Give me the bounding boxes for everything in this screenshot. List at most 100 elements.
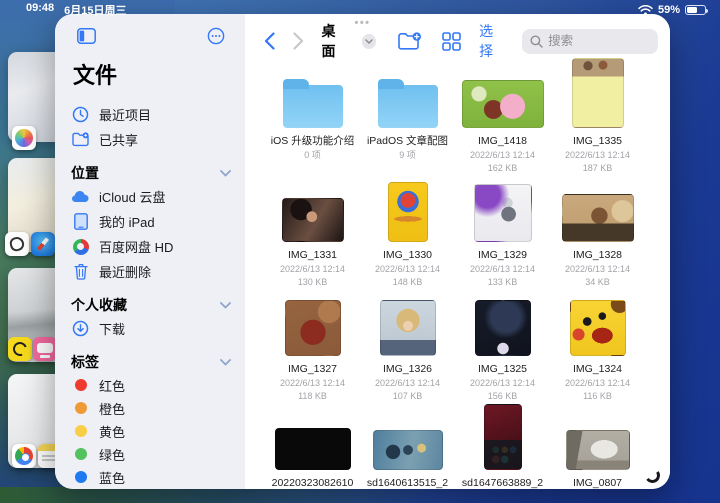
back-button[interactable] (259, 30, 280, 52)
sidebar-item-baidu-netdisk[interactable]: 百度网盘 HD (71, 234, 231, 259)
sidebar: 文件 最近项目 已共享 位置 iCloud 云盘 我的 iPad 百度网盘 HD… (55, 14, 245, 489)
sidebar-tag-orange[interactable]: 橙色 (71, 397, 231, 420)
view-options-button[interactable] (436, 31, 467, 51)
section-locations[interactable]: 位置 (71, 162, 231, 184)
tag-color-dot (74, 471, 87, 484)
file-item-img-1328[interactable]: IMG_1328 2022/6/13 12:14 34 KB (550, 180, 645, 294)
file-size: 156 KB (487, 390, 518, 401)
file-item-img-1418[interactable]: IMG_1418 2022/6/13 12:14 162 KB (455, 66, 550, 180)
file-item-img-1331[interactable]: IMG_1331 2022/6/13 12:14 130 KB (265, 180, 360, 294)
new-folder-button[interactable] (392, 31, 428, 51)
select-button[interactable]: 选择 (475, 21, 510, 61)
file-item-folder-ios[interactable]: iOS 升级功能介绍 0 项 (265, 66, 360, 180)
yellow-app-icon[interactable] (8, 337, 32, 361)
sidebar-item-icloud[interactable]: iCloud 云盘 (71, 184, 231, 209)
file-date: 2022/6/13 12:14 (279, 263, 346, 274)
sidebar-item-label: 最近删除 (99, 265, 152, 281)
search-input[interactable] (548, 34, 650, 48)
section-tags[interactable]: 标签 (71, 351, 231, 373)
folder-icon (377, 79, 438, 128)
tag-label: 红色 (99, 378, 126, 394)
file-grid: iOS 升级功能介绍 0 项 iPadOS 文章配图 9 项 IMG_1418 … (265, 58, 670, 489)
file-meta: 0 项 (304, 149, 321, 160)
location-dropdown-icon[interactable] (361, 33, 377, 49)
file-item-img-0807[interactable]: IMG_0807 (550, 408, 645, 489)
thumbnail-20220323082610 (274, 428, 351, 470)
thumbnail-img-1331 (281, 198, 344, 242)
file-item-img-1326[interactable]: IMG_1326 2022/6/13 12:14 107 KB (360, 294, 455, 408)
sidebar-item-my-ipad[interactable]: 我的 iPad (71, 209, 231, 234)
thumbnail-img-1326 (379, 300, 436, 356)
file-item-sd1640613515[interactable]: sd1640613515_2 (360, 408, 455, 489)
baidu-netdisk-icon (71, 238, 90, 255)
bilibili-app-icon[interactable] (33, 337, 57, 361)
wifi-icon (638, 4, 653, 16)
tag-color-dot (74, 379, 87, 392)
section-favorites[interactable]: 个人收藏 (71, 294, 231, 316)
sidebar-item-label: 下载 (99, 322, 126, 338)
sidebar-toggle-icon[interactable] (71, 28, 102, 45)
thumbnail-img-1324 (569, 300, 626, 356)
file-name: IMG_1328 (572, 249, 623, 261)
file-item-img-1330[interactable]: IMG_1330 2022/6/13 12:14 148 KB (360, 180, 455, 294)
location-title[interactable]: 桌面 (322, 21, 349, 61)
safari-app-icon[interactable] (31, 232, 55, 256)
file-item-sd1647663889[interactable]: sd1647663889_2 (455, 404, 550, 489)
sketch-app-icon[interactable] (5, 232, 29, 256)
chrome-app-icon[interactable] (12, 444, 36, 468)
file-name: sd1640613515_2 (366, 477, 449, 489)
forward-button[interactable] (288, 30, 309, 52)
file-name: 20220323082610 (271, 477, 354, 489)
folder-icon (282, 79, 343, 128)
file-name: IMG_1418 (477, 135, 528, 147)
file-name: IMG_1335 (572, 135, 623, 147)
clock-icon (71, 106, 90, 123)
file-size: 118 KB (298, 390, 327, 401)
tag-color-dot (74, 425, 87, 438)
file-item-img-1325[interactable]: IMG_1325 2022/6/13 12:14 156 KB (455, 294, 550, 408)
thumbnail-sd1647663889 (483, 404, 522, 470)
file-name: IMG_0807 (572, 477, 623, 489)
file-item-folder-ipados[interactable]: iPadOS 文章配图 9 项 (360, 66, 455, 180)
file-name: IMG_1326 (382, 363, 433, 375)
tag-label: 黄色 (99, 424, 126, 440)
sidebar-tag-red[interactable]: 红色 (71, 374, 231, 397)
sidebar-item-recents[interactable]: 最近项目 (71, 102, 231, 127)
sidebar-tag-yellow[interactable]: 黄色 (71, 420, 231, 443)
file-item-img-1324[interactable]: IMG_1324 2022/6/13 12:14 116 KB (550, 294, 645, 408)
thumbnail-sd1640613515 (372, 430, 443, 470)
thumbnail-img-1327 (284, 300, 341, 356)
file-size: 34 KB (585, 276, 610, 287)
file-date: 2022/6/13 12:14 (564, 263, 631, 274)
sidebar-item-downloads[interactable]: 下载 (71, 316, 231, 341)
file-item-20220323082610[interactable]: 20220323082610 01-690x400.47B (265, 408, 360, 489)
sidebar-item-label: 百度网盘 HD (99, 240, 174, 256)
sidebar-tag-blue[interactable]: 蓝色 (71, 466, 231, 489)
file-item-img-1329[interactable]: IMG_1329 2022/6/13 12:14 133 KB (455, 180, 550, 294)
file-name: IMG_1324 (572, 363, 623, 375)
tag-label: 蓝色 (99, 470, 126, 486)
tag-color-dot (74, 448, 87, 461)
file-date: 2022/6/13 12:14 (374, 377, 441, 388)
photos-app-icon[interactable] (12, 126, 36, 150)
search-box[interactable] (522, 28, 658, 54)
file-name: iOS 升级功能介绍 (270, 135, 355, 147)
file-size: 148 KB (392, 276, 423, 287)
tag-color-dot (74, 402, 87, 415)
thumbnail-img-0807 (565, 430, 630, 470)
file-item-img-1327[interactable]: IMG_1327 2022/6/13 12:14 118 KB (265, 294, 360, 408)
file-date: 2022/6/13 12:14 (564, 377, 631, 388)
search-icon (530, 35, 543, 48)
sidebar-item-shared[interactable]: 已共享 (71, 127, 231, 152)
section-header: 标签 (71, 354, 99, 371)
sidebar-item-recently-deleted[interactable]: 最近删除 (71, 259, 231, 284)
sidebar-tag-green[interactable]: 绿色 (71, 443, 231, 466)
screen: 09:48 6月15日周三 59% ••• 文件 最近项目 已共享 位置 iCl… (0, 0, 720, 503)
file-size: 133 KB (487, 276, 518, 287)
file-name: IMG_1327 (287, 363, 338, 375)
thumbnail-img-1330 (387, 182, 428, 242)
more-options-icon[interactable] (201, 27, 231, 45)
tag-label: 橙色 (99, 401, 126, 417)
sidebar-item-label: 已共享 (99, 133, 139, 149)
file-item-img-1335[interactable]: IMG_1335 2022/6/13 12:14 187 KB (550, 58, 645, 180)
